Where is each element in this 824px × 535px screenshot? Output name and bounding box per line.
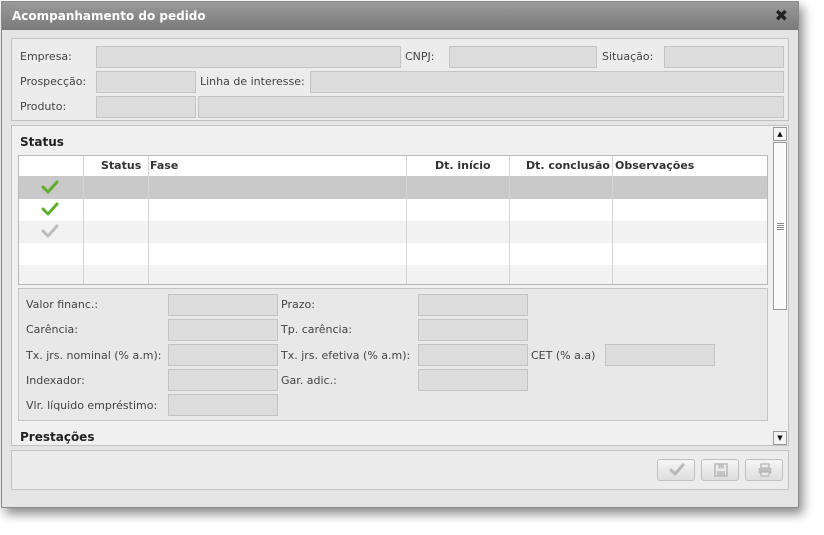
situacao-field[interactable] (664, 46, 784, 68)
window-title: Acompanhamento do pedido (12, 9, 206, 23)
tp-carencia-field[interactable] (418, 319, 528, 341)
table-row[interactable] (19, 177, 767, 199)
cnpj-field[interactable] (449, 46, 597, 68)
valor-financ-label: Valor financ.: (26, 298, 99, 311)
valor-financ-field[interactable] (168, 294, 278, 316)
tx-nominal-field[interactable] (168, 344, 278, 366)
gar-adic-field[interactable] (418, 369, 528, 391)
prestacoes-section-title: Prestações (20, 430, 95, 444)
action-toolbar (11, 450, 789, 490)
produto-label: Produto: (20, 100, 67, 113)
produto-code-field[interactable] (96, 96, 196, 118)
empresa-label: Empresa: (20, 50, 72, 63)
close-icon[interactable]: ✖ (775, 6, 788, 25)
vertical-scrollbar[interactable]: ▲ ▼ (773, 127, 788, 445)
produto-name-field[interactable] (198, 96, 784, 118)
indexador-label: Indexador: (26, 374, 85, 387)
save-button[interactable] (701, 459, 739, 481)
status-table: Status Fase Dt. início Dt. conclusão Obs… (18, 155, 768, 285)
col-header-observacoes[interactable]: Observações (615, 156, 694, 176)
scroll-down-button[interactable]: ▼ (773, 431, 787, 445)
table-row[interactable] (19, 199, 767, 221)
col-header-dt-conclusao[interactable]: Dt. conclusão (526, 156, 610, 176)
linha-interesse-label: Linha de interesse: (200, 75, 305, 88)
check-icon (669, 463, 685, 476)
check-green-icon (41, 202, 59, 216)
scroll-thumb[interactable] (773, 142, 787, 310)
col-header-status[interactable]: Status (101, 156, 141, 176)
print-button[interactable] (745, 459, 783, 481)
indexador-field[interactable] (168, 369, 278, 391)
carencia-field[interactable] (168, 319, 278, 341)
carencia-label: Carência: (26, 323, 78, 336)
prazo-field[interactable] (418, 294, 528, 316)
save-icon (714, 463, 728, 477)
check-gray-icon (41, 224, 59, 238)
prospeccao-label: Prospecção: (20, 75, 87, 88)
status-table-header: Status Fase Dt. início Dt. conclusão Obs… (19, 156, 767, 177)
cnpj-label: CNPJ: (405, 50, 435, 63)
tp-carencia-label: Tp. carência: (281, 323, 353, 336)
status-section-title: Status (20, 135, 64, 149)
gar-adic-label: Gar. adic.: (281, 374, 337, 387)
header-panel: Empresa: CNPJ: Situação: Prospecção: Lin… (11, 38, 789, 121)
confirm-button[interactable] (657, 459, 695, 481)
tx-efetiva-field[interactable] (418, 344, 528, 366)
tx-efetiva-label: Tx. jrs. efetiva (% a.m): (281, 349, 411, 362)
order-tracking-window: Acompanhamento do pedido ✖ Empresa: CNPJ… (1, 1, 799, 508)
linha-interesse-field[interactable] (310, 71, 784, 93)
table-row[interactable] (19, 221, 767, 243)
empresa-field[interactable] (96, 46, 401, 68)
vlr-liquido-field[interactable] (168, 394, 278, 416)
status-panel: Status Status Fase Dt. início Dt. conclu… (11, 125, 789, 446)
cet-label: CET (% a.a) (531, 349, 596, 362)
table-row[interactable] (19, 243, 767, 265)
cet-field[interactable] (605, 344, 715, 366)
prazo-label: Prazo: (281, 298, 315, 311)
situacao-label: Situação: (602, 50, 654, 63)
prospeccao-field[interactable] (96, 71, 196, 93)
vlr-liquido-label: Vlr. líquido empréstimo: (26, 399, 158, 412)
scroll-up-button[interactable]: ▲ (773, 127, 787, 141)
title-bar[interactable]: Acompanhamento do pedido ✖ (2, 2, 798, 30)
table-row[interactable] (19, 265, 767, 284)
tx-nominal-label: Tx. jrs. nominal (% a.m): (26, 349, 162, 362)
financing-details-panel: Valor financ.: Prazo: Carência: Tp. carê… (18, 288, 768, 421)
print-icon (758, 463, 772, 477)
col-header-fase[interactable]: Fase (150, 156, 178, 176)
check-green-icon (41, 180, 59, 194)
col-header-dt-inicio[interactable]: Dt. início (435, 156, 491, 176)
